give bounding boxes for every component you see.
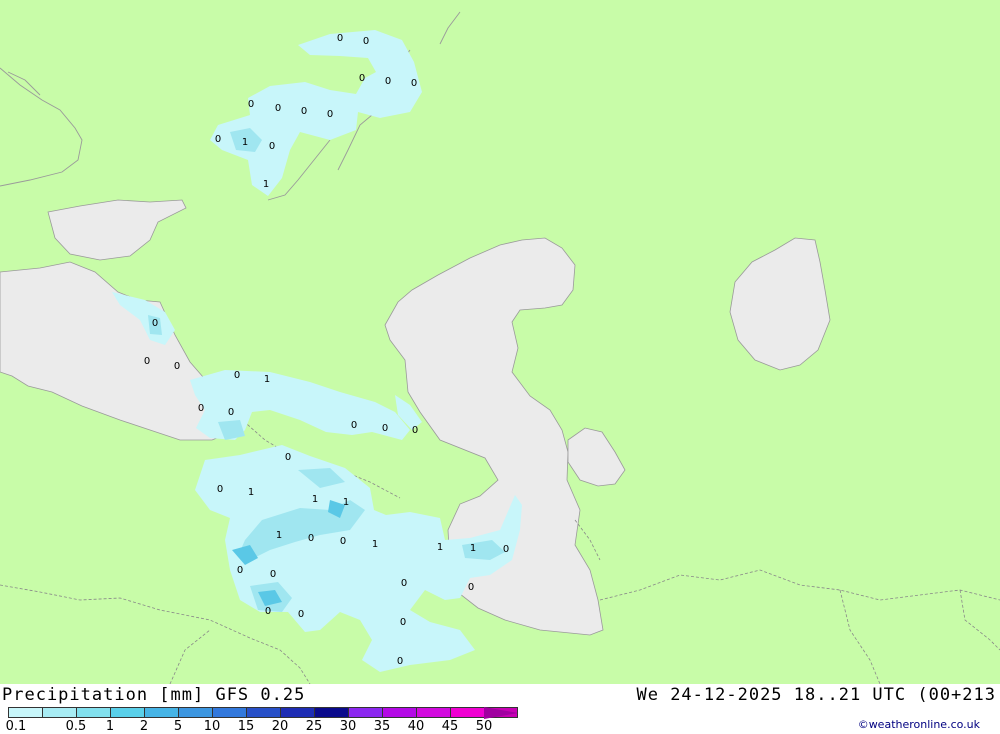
value-label: 0 bbox=[411, 78, 417, 89]
value-label: 0 bbox=[144, 356, 150, 367]
value-label: 0 bbox=[152, 318, 158, 329]
value-label: 1 bbox=[470, 543, 476, 554]
value-label: 0 bbox=[174, 361, 180, 372]
value-label: 1 bbox=[276, 530, 282, 541]
legend-swatch bbox=[280, 707, 314, 718]
legend-label: 20 bbox=[271, 719, 289, 734]
legend-swatch bbox=[246, 707, 280, 718]
value-label: 0 bbox=[363, 36, 369, 47]
legend-swatch bbox=[314, 707, 348, 718]
value-label: 1 bbox=[248, 487, 254, 498]
value-label: 0 bbox=[351, 420, 357, 431]
value-label: 0 bbox=[215, 134, 221, 145]
legend-swatch bbox=[76, 707, 110, 718]
value-label: 0 bbox=[382, 423, 388, 434]
value-label: 0 bbox=[298, 609, 304, 620]
legend-label: 2 bbox=[139, 719, 149, 734]
legend-label: 30 bbox=[339, 719, 357, 734]
color-legend bbox=[8, 707, 518, 719]
value-label: 0 bbox=[503, 544, 509, 555]
value-label: 0 bbox=[285, 452, 291, 463]
legend-swatch bbox=[110, 707, 144, 718]
legend-label: 35 bbox=[373, 719, 391, 734]
legend-label: 0.5 bbox=[65, 719, 87, 734]
legend-arrow bbox=[484, 707, 518, 719]
value-label: 1 bbox=[372, 539, 378, 550]
value-label: 0 bbox=[385, 76, 391, 87]
value-label: 0 bbox=[397, 656, 403, 667]
legend-swatch bbox=[178, 707, 212, 718]
legend-label: 1 bbox=[105, 719, 115, 734]
legend-labels: 0.1 0.5 1 2 5 10 15 20 25 30 35 40 45 50 bbox=[0, 719, 520, 734]
legend-label: 45 bbox=[441, 719, 459, 734]
value-label: 0 bbox=[269, 141, 275, 152]
value-label: 1 bbox=[437, 542, 443, 553]
legend-label: 40 bbox=[407, 719, 425, 734]
value-label: 0 bbox=[359, 73, 365, 84]
valid-time: We 24-12-2025 18..21 UTC (00+213 bbox=[636, 685, 996, 705]
legend-label: 0.1 bbox=[5, 719, 27, 734]
legend-swatch bbox=[8, 707, 42, 718]
value-label: 0 bbox=[265, 606, 271, 617]
credit-link[interactable]: ©weatheronline.co.uk bbox=[858, 718, 980, 731]
legend-label: 10 bbox=[203, 719, 221, 734]
value-label: 0 bbox=[228, 407, 234, 418]
value-label: 0 bbox=[234, 370, 240, 381]
map-title: Precipitation [mm] GFS 0.25 bbox=[2, 685, 306, 705]
legend-label: 15 bbox=[237, 719, 255, 734]
value-label: 0 bbox=[237, 565, 243, 576]
value-label: 1 bbox=[263, 179, 269, 190]
value-label: 1 bbox=[242, 137, 248, 148]
value-label: 0 bbox=[248, 99, 254, 110]
value-label: 0 bbox=[340, 536, 346, 547]
legend-swatch bbox=[450, 707, 484, 718]
legend-swatch bbox=[348, 707, 382, 718]
value-label: 1 bbox=[264, 374, 270, 385]
legend-swatch bbox=[212, 707, 246, 718]
value-label: 0 bbox=[401, 578, 407, 589]
legend-swatch bbox=[382, 707, 416, 718]
legend-label: 50 bbox=[475, 719, 493, 734]
value-label: 0 bbox=[468, 582, 474, 593]
legend-swatch bbox=[416, 707, 450, 718]
value-label: 0 bbox=[275, 103, 281, 114]
legend-swatch bbox=[42, 707, 76, 718]
value-label: 0 bbox=[337, 33, 343, 44]
legend-swatch bbox=[144, 707, 178, 718]
value-label: 0 bbox=[412, 425, 418, 436]
value-label: 0 bbox=[308, 533, 314, 544]
value-label: 0 bbox=[301, 106, 307, 117]
value-label: 1 bbox=[312, 494, 318, 505]
value-label: 1 bbox=[343, 497, 349, 508]
legend-label: 5 bbox=[173, 719, 183, 734]
value-label: 0 bbox=[217, 484, 223, 495]
value-label: 0 bbox=[270, 569, 276, 580]
value-label: 0 bbox=[327, 109, 333, 120]
value-label: 0 bbox=[198, 403, 204, 414]
precipitation-map: 0 0 0 0 0 0 0 0 0 1 0 0 1 0 0 0 0 1 0 0 … bbox=[0, 0, 1000, 684]
legend-label: 25 bbox=[305, 719, 323, 734]
value-label: 0 bbox=[400, 617, 406, 628]
